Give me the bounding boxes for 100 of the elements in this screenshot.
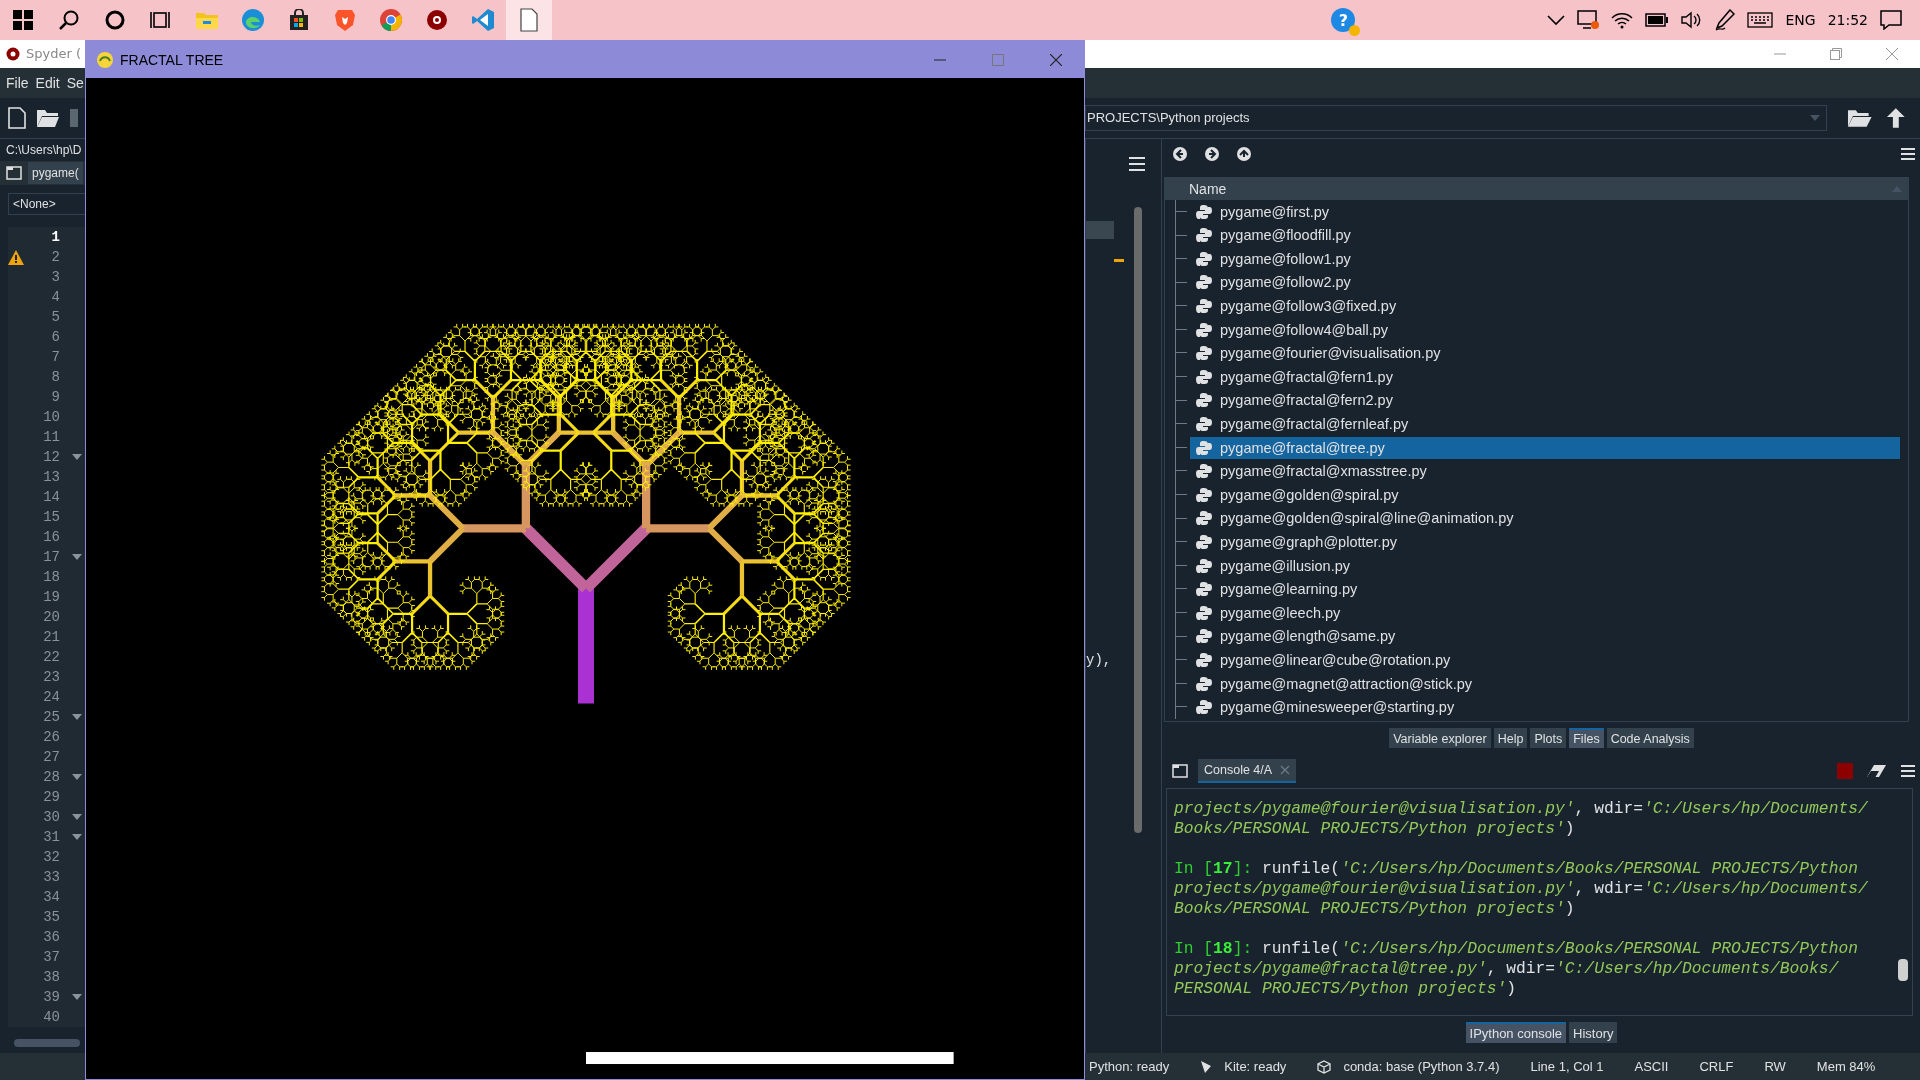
browse-tabs-icon[interactable] (1172, 763, 1188, 778)
menu-item[interactable]: Edit (35, 74, 60, 91)
menu-icon[interactable] (1901, 764, 1915, 777)
line-number: 40 (43, 1008, 60, 1025)
pane-tab[interactable]: Variable explorer (1389, 727, 1491, 748)
pen-icon[interactable] (1715, 9, 1736, 31)
parent-folder-icon[interactable] (1236, 145, 1252, 162)
line-number: 12 (43, 448, 60, 465)
status-text: ASCII (1634, 1059, 1669, 1074)
editor-tab[interactable]: pygame( (28, 161, 83, 184)
tree-item[interactable]: pygame@follow4@ball.py (1190, 318, 1900, 341)
tree-item[interactable]: pygame@magnet@attraction@stick.py (1190, 672, 1900, 695)
fold-arrow-icon[interactable] (72, 773, 82, 780)
line-number: 17 (43, 548, 60, 565)
tree-item[interactable]: pygame@fractal@tree.py (1190, 436, 1900, 459)
fold-arrow-icon[interactable] (72, 833, 82, 840)
tree-item[interactable]: pygame@length@same.py (1190, 625, 1900, 648)
close-icon[interactable] (1886, 48, 1898, 60)
wifi-icon[interactable] (1611, 11, 1634, 29)
column-header[interactable]: Name (1165, 177, 1908, 200)
tree-item[interactable]: pygame@follow3@fixed.py (1190, 295, 1900, 318)
tree-item[interactable]: pygame@fractal@xmasstree.py (1190, 460, 1900, 483)
tree-item[interactable]: pygame@fractal@fernleaf.py (1190, 413, 1900, 436)
tree-connector (1175, 199, 1190, 224)
notification-icon[interactable] (1880, 10, 1902, 30)
menu-item[interactable]: File (6, 74, 29, 91)
tree-connector (1175, 365, 1190, 389)
tree-item[interactable]: pygame@floodfill.py (1190, 224, 1900, 247)
path-field[interactable]: PROJECTS\Python projects (1085, 104, 1827, 131)
tree-item[interactable]: pygame@linear@cube@rotation.py (1190, 649, 1900, 671)
eraser-icon[interactable] (1867, 763, 1887, 778)
new-file-icon[interactable] (8, 106, 26, 129)
battery-icon[interactable] (1645, 13, 1670, 27)
tree-item[interactable]: pygame@golden@spiral.py (1190, 483, 1900, 506)
menu-icon[interactable] (1129, 156, 1145, 171)
tree-item[interactable]: pygame@minesweeper@starting.py (1190, 696, 1900, 719)
console-pane-tab[interactable]: IPython console (1465, 1021, 1567, 1043)
menu-icon[interactable] (1901, 147, 1915, 160)
menu-item[interactable]: Se (66, 74, 84, 91)
tree-item[interactable]: pygame@first.py (1190, 200, 1900, 223)
line-number: 29 (43, 788, 60, 805)
pane-tab[interactable]: Plots (1530, 727, 1567, 748)
line-number: 1 (51, 228, 60, 245)
close-icon[interactable] (1050, 53, 1062, 66)
console-line: In [18]: runfile('C:/Users/hp/Documents/Books/PERSONAL PROJECTS/Python (1174, 938, 1859, 959)
python-file-icon (1196, 652, 1212, 668)
tree-item[interactable]: pygame@fractal@fern2.py (1190, 389, 1900, 412)
language-indicator[interactable]: ENG (1785, 12, 1816, 28)
python-file-icon (1196, 274, 1212, 291)
windows-logo-icon (13, 10, 33, 30)
horizontal-scrollbar[interactable] (14, 1038, 80, 1047)
fold-arrow-icon[interactable] (72, 553, 82, 560)
python-file-icon (1196, 628, 1212, 645)
clock[interactable]: 21:52 (1827, 12, 1868, 28)
tree-item[interactable]: pygame@illusion.py (1190, 554, 1900, 577)
python-file-icon (1196, 321, 1212, 338)
fold-arrow-icon[interactable] (72, 993, 82, 1000)
close-icon[interactable] (1280, 764, 1291, 775)
line-number: 2 (51, 248, 60, 265)
shopping-bag-icon (288, 9, 310, 31)
forward-icon[interactable] (1204, 145, 1220, 162)
open-folder-icon[interactable] (1846, 107, 1873, 128)
line-number: 13 (43, 468, 60, 485)
tree-item[interactable]: pygame@leech.py (1190, 601, 1900, 624)
pane-tab[interactable]: Files (1569, 727, 1604, 748)
tree-item[interactable]: pygame@follow1.py (1190, 247, 1900, 270)
line-number: 24 (43, 688, 60, 705)
tree-item[interactable]: pygame@fourier@visualisation.py (1190, 342, 1900, 365)
path-label: C:\Users\hp\D (5, 141, 83, 159)
fold-arrow-icon[interactable] (72, 713, 82, 720)
tree-item[interactable]: pygame@follow2.py (1190, 271, 1900, 294)
python-file-icon (1196, 368, 1212, 385)
line-number: 25 (43, 708, 60, 725)
save-icon[interactable] (70, 107, 78, 128)
browse-tabs-icon[interactable] (6, 165, 22, 180)
tree-connector (1175, 577, 1190, 601)
pane-tab[interactable]: Help (1493, 727, 1528, 748)
up-arrow-icon[interactable] (1886, 106, 1906, 129)
line-number: 36 (43, 928, 60, 945)
tree-connector (1175, 317, 1190, 342)
python-file-icon (1196, 557, 1212, 574)
console-pane-tab[interactable]: History (1569, 1021, 1618, 1043)
maximize-icon (992, 53, 1004, 66)
console-tab[interactable]: Console 4/A (1198, 758, 1297, 783)
tree-item[interactable]: pygame@golden@spiral@line@animation.py (1190, 507, 1900, 530)
tree-item[interactable]: pygame@fractal@fern1.py (1190, 365, 1900, 388)
back-icon[interactable] (1172, 145, 1188, 162)
display-icon[interactable] (1577, 10, 1600, 30)
pane-tab[interactable]: Code Analysis (1606, 727, 1694, 748)
vertical-scrollbar[interactable] (1134, 206, 1142, 834)
folder-icon[interactable] (36, 107, 60, 128)
chevron-icon[interactable] (1547, 14, 1566, 26)
restore-icon[interactable] (1830, 48, 1842, 60)
status-text: Line 1, Col 1 (1530, 1059, 1604, 1074)
fold-arrow-icon[interactable] (72, 453, 82, 460)
keyboard-icon[interactable] (1747, 12, 1774, 28)
python-file-icon (1196, 227, 1212, 244)
tree-item[interactable]: pygame@graph@plotter.py (1190, 531, 1900, 553)
tree-item[interactable]: pygame@learning.py (1190, 578, 1900, 601)
fold-arrow-icon[interactable] (72, 813, 82, 820)
